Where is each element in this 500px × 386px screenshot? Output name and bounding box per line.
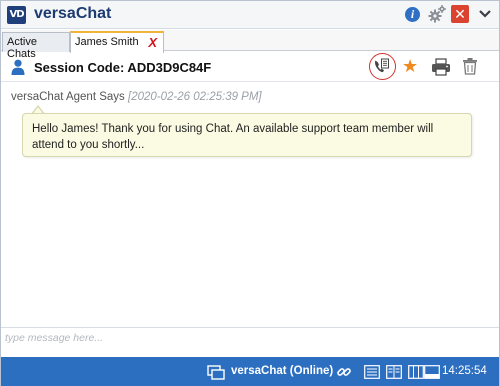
link-icon[interactable] [336,364,352,380]
message-sender: versaChat Agent Says [11,91,125,103]
screen-share-icon[interactable] [207,364,225,380]
phone-transcript-button[interactable] [369,53,396,80]
session-code: Session Code: ADD3D9C84F [34,60,212,75]
phone-transcript-icon [375,58,389,73]
tab-label: James Smith [75,36,139,48]
app-logo: VD [7,6,26,24]
tab-active-chats[interactable]: Active Chats [2,32,70,60]
tab-james-smith[interactable]: James Smith X [70,31,164,53]
chat-tabs: Active Chats James Smith X [1,30,499,60]
session-header: Session Code: ADD3D9C84F ★ [1,52,499,82]
status-bar: versaChat (Online) 14:25:54 [1,357,499,386]
layout-columns-icon[interactable] [408,365,424,379]
gear-icon[interactable] [427,4,447,24]
print-icon[interactable] [431,58,451,76]
connection-status: versaChat (Online) [231,365,334,377]
message-text: Hello James! Thank you for using Chat. A… [32,123,434,151]
chevron-down-icon[interactable] [477,5,493,23]
message-input[interactable] [5,332,495,352]
message-bubble: Hello James! Thank you for using Chat. A… [22,113,472,157]
close-button[interactable]: ✕ [451,5,469,23]
trash-icon[interactable] [462,57,478,75]
layout-list-icon[interactable] [364,365,380,379]
layout-split-icon[interactable] [386,365,402,379]
status-clock: 14:25:54 [442,365,487,377]
chat-window: VD versaChat i ✕ Active Chats James Smit… [0,0,500,386]
layout-bottom-icon[interactable] [424,365,440,379]
app-title: versaChat [34,5,112,22]
star-icon[interactable]: ★ [402,56,418,76]
tab-close-button[interactable]: X [148,35,157,50]
user-icon [11,59,25,75]
info-icon[interactable]: i [405,7,420,22]
title-bar: VD versaChat i ✕ [1,1,499,29]
message-area[interactable]: versaChat Agent Says [2020-02-26 02:25:3… [1,83,499,327]
message-timestamp: [2020-02-26 02:25:39 PM] [128,91,262,103]
compose-area [1,327,499,356]
message-header: versaChat Agent Says [2020-02-26 02:25:3… [11,91,262,103]
